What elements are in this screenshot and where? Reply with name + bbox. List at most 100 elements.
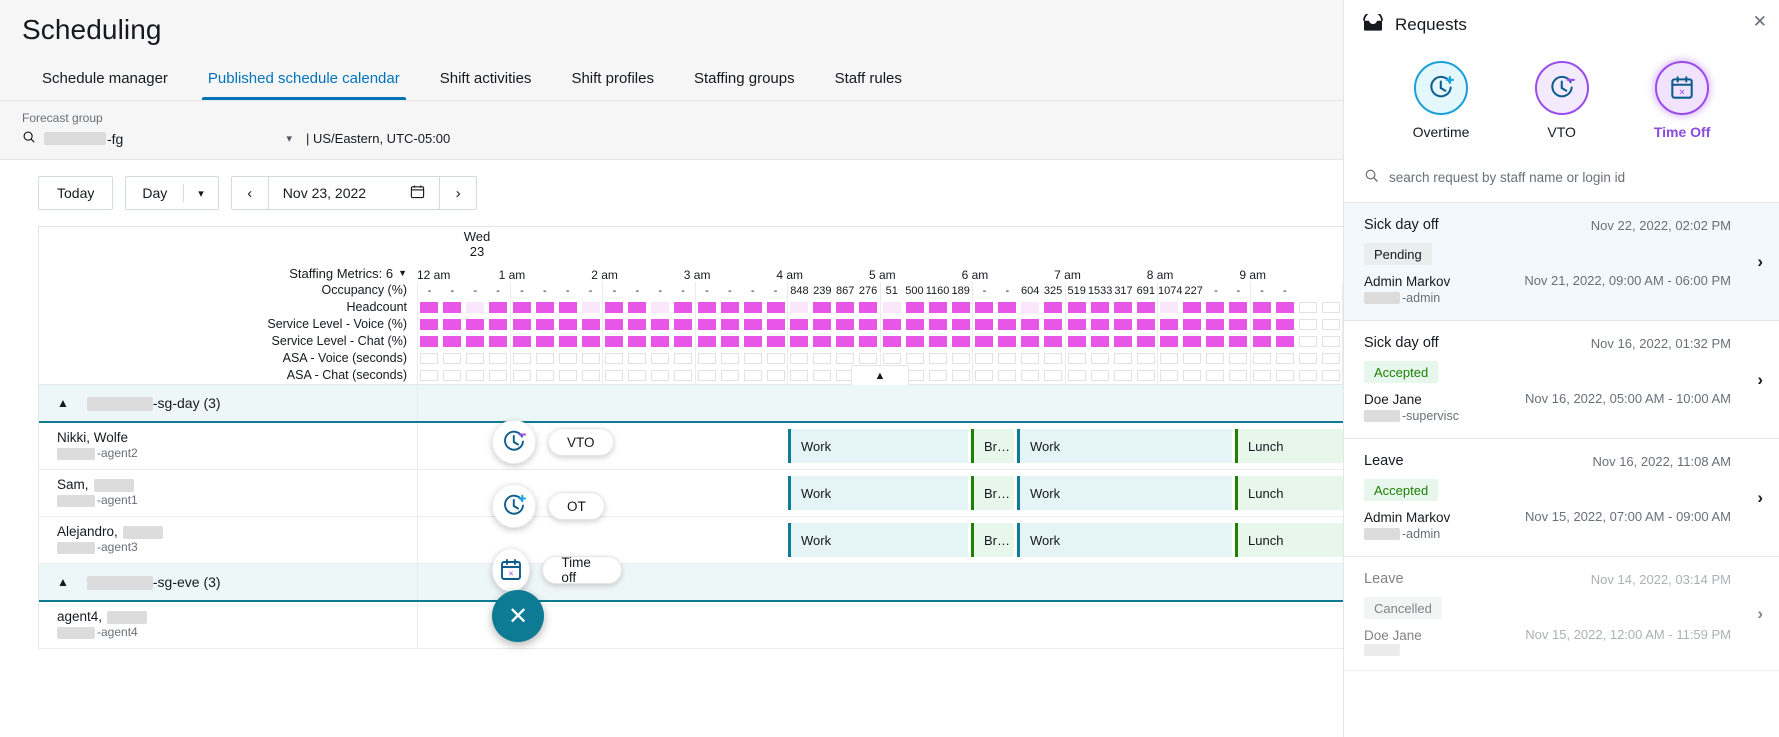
metric-cell[interactable] bbox=[741, 316, 764, 333]
metric-cell[interactable] bbox=[464, 299, 487, 316]
metric-cell[interactable] bbox=[556, 350, 579, 367]
metric-cell[interactable] bbox=[649, 333, 672, 350]
metric-cell[interactable] bbox=[649, 350, 672, 367]
metric-cell[interactable]: 325 bbox=[1042, 282, 1065, 299]
metrics-header[interactable]: Staffing Metrics: 6 ▼ bbox=[39, 265, 417, 282]
metric-cell[interactable] bbox=[857, 299, 880, 316]
metric-cell[interactable] bbox=[857, 333, 880, 350]
metric-cell[interactable] bbox=[1319, 299, 1342, 316]
clock-plus-icon[interactable] bbox=[1414, 61, 1468, 115]
metric-cell[interactable] bbox=[926, 299, 949, 316]
metric-cell[interactable] bbox=[418, 299, 441, 316]
metric-cell[interactable] bbox=[1134, 299, 1157, 316]
clock-plus-icon[interactable] bbox=[492, 484, 536, 528]
metric-cell[interactable] bbox=[1227, 333, 1250, 350]
agent-row[interactable]: Nikki, Wolfe-agent2WorkBr…WorkLunch bbox=[39, 423, 1343, 470]
metric-cell[interactable] bbox=[556, 316, 579, 333]
metric-cell[interactable] bbox=[441, 350, 464, 367]
metric-cell[interactable] bbox=[718, 350, 741, 367]
metric-cell[interactable] bbox=[811, 367, 834, 384]
metric-cell[interactable] bbox=[949, 316, 972, 333]
metric-cell[interactable] bbox=[788, 350, 811, 367]
metric-cell[interactable] bbox=[1088, 333, 1111, 350]
metric-cell[interactable] bbox=[1251, 299, 1274, 316]
request-type-time-off[interactable]: ×Time Off bbox=[1654, 61, 1711, 140]
metric-cell[interactable] bbox=[903, 316, 926, 333]
metric-cell[interactable] bbox=[741, 299, 764, 316]
metric-cell[interactable]: - bbox=[533, 282, 556, 299]
metric-cell[interactable] bbox=[1111, 333, 1134, 350]
metric-cell[interactable] bbox=[973, 316, 996, 333]
metric-cell[interactable] bbox=[1111, 316, 1134, 333]
metric-cell[interactable] bbox=[533, 333, 556, 350]
metric-cell[interactable] bbox=[1319, 367, 1342, 384]
metric-cell[interactable]: 239 bbox=[811, 282, 834, 299]
metric-cell[interactable] bbox=[1296, 367, 1319, 384]
staffing-group-row[interactable]: ▲-sg-day (3) bbox=[39, 385, 1343, 423]
tab-published-schedule-calendar[interactable]: Published schedule calendar bbox=[188, 60, 420, 100]
metric-cell[interactable] bbox=[464, 316, 487, 333]
metric-cell[interactable] bbox=[1204, 316, 1227, 333]
metric-cell[interactable] bbox=[881, 316, 904, 333]
metric-cell[interactable] bbox=[996, 316, 1019, 333]
date-picker[interactable]: Nov 23, 2022 bbox=[269, 177, 439, 209]
metric-cell[interactable] bbox=[1296, 350, 1319, 367]
metric-cell[interactable]: - bbox=[973, 282, 996, 299]
metric-cell[interactable] bbox=[718, 316, 741, 333]
fab-item-ot[interactable]: OT bbox=[492, 484, 605, 528]
metric-cell[interactable] bbox=[1227, 299, 1250, 316]
metric-cell[interactable]: - bbox=[556, 282, 579, 299]
metric-cell[interactable] bbox=[464, 350, 487, 367]
chevron-down-icon[interactable]: ▼ bbox=[398, 265, 407, 282]
metric-cell[interactable] bbox=[579, 316, 602, 333]
metric-cell[interactable] bbox=[1273, 367, 1296, 384]
tab-shift-profiles[interactable]: Shift profiles bbox=[551, 60, 674, 100]
chevron-down-icon[interactable]: ▾ bbox=[184, 177, 218, 209]
shift-block-lunch[interactable]: Lunch bbox=[1235, 429, 1343, 463]
metric-cell[interactable] bbox=[696, 316, 719, 333]
metric-cell[interactable] bbox=[579, 333, 602, 350]
metric-cell[interactable] bbox=[1042, 350, 1065, 367]
metric-cell[interactable] bbox=[1158, 367, 1181, 384]
metric-cell[interactable]: - bbox=[464, 282, 487, 299]
prev-day-button[interactable]: ‹ bbox=[232, 177, 268, 209]
metric-cell[interactable] bbox=[741, 333, 764, 350]
metric-cell[interactable] bbox=[1019, 299, 1042, 316]
metric-cell[interactable] bbox=[973, 299, 996, 316]
agent-row[interactable]: agent4,-agent4 bbox=[39, 602, 1343, 649]
metric-cell[interactable] bbox=[718, 367, 741, 384]
metric-cell[interactable] bbox=[1158, 350, 1181, 367]
metric-cell[interactable] bbox=[1042, 333, 1065, 350]
metric-cell[interactable] bbox=[487, 350, 510, 367]
shift-block-work[interactable]: Work bbox=[788, 476, 968, 510]
metric-cell[interactable] bbox=[441, 367, 464, 384]
chevron-right-icon[interactable]: › bbox=[1757, 604, 1763, 624]
shift-block-work[interactable]: Work bbox=[1017, 476, 1232, 510]
metric-cell[interactable] bbox=[626, 316, 649, 333]
metric-cell[interactable] bbox=[764, 350, 787, 367]
metric-cell[interactable]: 519 bbox=[1066, 282, 1088, 299]
metric-cell[interactable] bbox=[1088, 316, 1111, 333]
metric-cell[interactable] bbox=[418, 316, 441, 333]
metric-cell[interactable] bbox=[1227, 350, 1250, 367]
metric-cell[interactable] bbox=[1066, 299, 1089, 316]
fab-label-vto[interactable]: VTO bbox=[548, 428, 614, 456]
metric-cell[interactable] bbox=[672, 367, 695, 384]
metric-cell[interactable] bbox=[1251, 333, 1274, 350]
metric-cell[interactable] bbox=[533, 350, 556, 367]
metric-cell[interactable] bbox=[764, 333, 787, 350]
close-icon[interactable]: ✕ bbox=[1753, 12, 1767, 32]
metric-cell[interactable]: - bbox=[441, 282, 464, 299]
metric-cell[interactable] bbox=[1181, 299, 1204, 316]
metric-cell[interactable]: - bbox=[696, 282, 719, 299]
metric-cell[interactable] bbox=[1251, 367, 1274, 384]
tab-staff-rules[interactable]: Staff rules bbox=[815, 60, 922, 100]
request-item[interactable]: Sick day offNov 16, 2022, 01:32 PMAccept… bbox=[1344, 321, 1779, 439]
collapse-metrics-handle[interactable]: ▲ bbox=[851, 365, 909, 385]
metric-cell[interactable] bbox=[487, 333, 510, 350]
fab-item-time-off[interactable]: × Time off bbox=[492, 548, 622, 592]
metric-cell[interactable] bbox=[533, 316, 556, 333]
metric-cell[interactable] bbox=[418, 367, 441, 384]
shift-block-work[interactable]: Work bbox=[1017, 429, 1232, 463]
metric-cell[interactable] bbox=[881, 299, 904, 316]
